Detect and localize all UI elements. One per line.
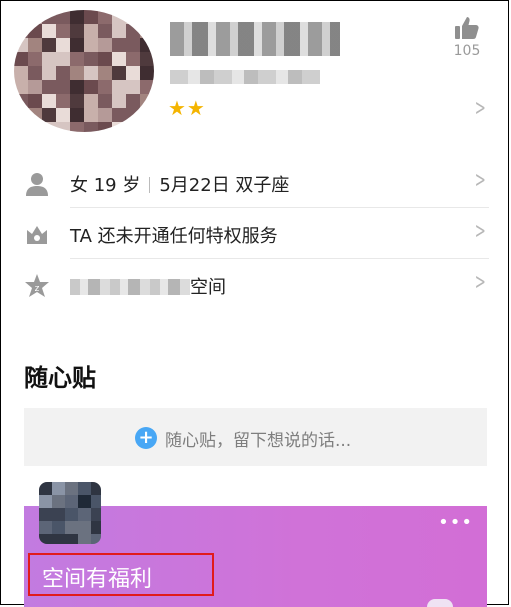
vip-stars: ★★	[168, 96, 206, 120]
chevron-right-icon: >	[474, 270, 486, 295]
info-row-privilege[interactable]: TA 还未开通任何特权服务 >	[0, 209, 511, 259]
plus-icon: +	[135, 427, 157, 449]
post-note-placeholder: 随心贴，留下想说的话...	[165, 431, 352, 451]
chevron-right-icon: >	[474, 168, 486, 193]
info-row-basic[interactable]: 女 19 岁 5月22日 双子座 >	[0, 158, 511, 208]
section-title: 随心贴	[24, 364, 96, 392]
info-row-zone[interactable]: z 空间 >	[0, 260, 511, 310]
profile-avatar[interactable]	[14, 10, 154, 132]
star-zone-icon: z	[25, 274, 49, 297]
zone-owner-blurred	[70, 279, 190, 295]
person-icon	[26, 173, 48, 196]
divider	[70, 258, 489, 259]
more-options-icon[interactable]: •••	[438, 512, 473, 533]
divider	[70, 207, 489, 208]
profile-subtitle-blurred	[170, 70, 320, 84]
highlight-box	[28, 553, 214, 596]
like-button[interactable]: 105	[447, 16, 487, 59]
birthday-zodiac: 5月22日 双子座	[159, 175, 290, 196]
card-corner-decoration	[427, 599, 453, 607]
privilege-label: TA 还未开通任何特权服务	[70, 226, 278, 247]
card-avatar[interactable]	[39, 482, 101, 544]
like-count: 105	[453, 43, 481, 59]
post-note-input[interactable]: + 随心贴，留下想说的话...	[24, 408, 487, 466]
profile-name-blurred	[170, 22, 340, 56]
chevron-right-icon[interactable]: >	[474, 96, 485, 121]
info-row-label: 女 19 岁 5月22日 双子座	[70, 171, 289, 197]
gender-age: 女 19 岁	[70, 175, 141, 196]
chevron-right-icon: >	[474, 219, 486, 244]
divider	[149, 177, 151, 193]
zone-label: 空间	[70, 273, 226, 299]
svg-text:z: z	[35, 284, 40, 294]
thumbs-up-icon	[455, 17, 479, 39]
crown-badge-icon	[27, 226, 47, 244]
